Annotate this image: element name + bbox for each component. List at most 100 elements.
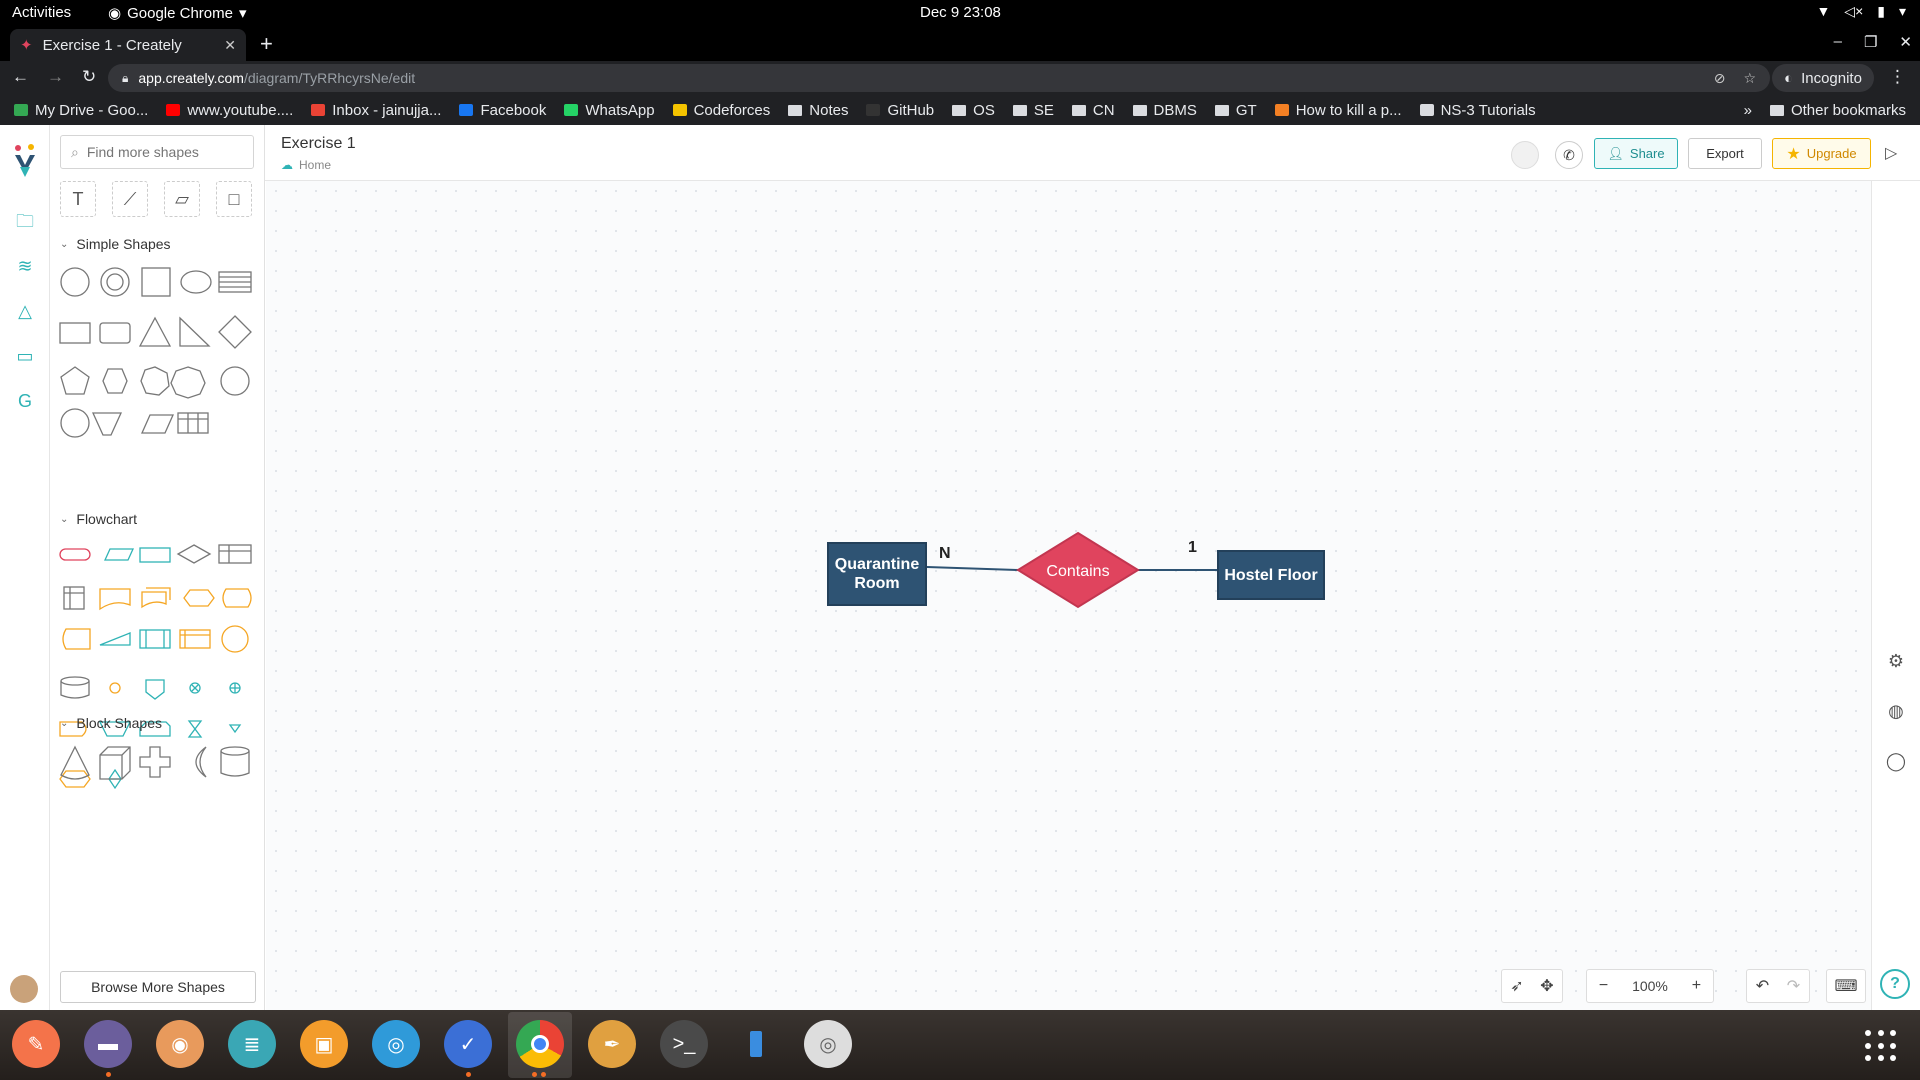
minimize-icon[interactable]: – [1834, 33, 1842, 51]
bookmark-item[interactable]: www.youtube.... [166, 102, 293, 119]
more-menu-icon[interactable]: ⋮ [1889, 67, 1906, 87]
connector-left[interactable] [926, 566, 1019, 571]
note-tool[interactable]: ▱ [164, 181, 200, 217]
mail-app-icon[interactable]: ✎ [12, 1020, 60, 1068]
section-block-shapes[interactable]: ⌄ Block Shapes [60, 715, 162, 731]
pan-icon[interactable]: ✥ [1540, 976, 1553, 996]
back-icon[interactable]: ← [12, 67, 29, 87]
zoom-controls: − 100% + [1586, 969, 1714, 1003]
shape-search[interactable]: ⌕ [60, 135, 254, 169]
export-button[interactable]: Export [1688, 138, 1762, 169]
app-menu[interactable]: ◉ Google Chrome ▾ [108, 4, 247, 23]
terminal-app-icon[interactable]: >_ [660, 1020, 708, 1068]
address-bar[interactable]: 🔒︎ app.creately.com/diagram/TyRRhcyrsNe/… [108, 64, 1770, 92]
tasks-app-icon[interactable]: ✓ [444, 1020, 492, 1068]
entity-hostel-floor[interactable]: Hostel Floor [1217, 550, 1325, 600]
document-title[interactable]: Exercise 1 [281, 135, 356, 153]
frame-tool[interactable]: □ [216, 181, 252, 217]
show-applications-icon[interactable] [1865, 1030, 1897, 1062]
keyboard-shortcuts-button[interactable]: ⌨ [1826, 969, 1866, 1003]
section-flowchart[interactable]: ⌄ Flowchart [60, 511, 137, 527]
breadcrumb[interactable]: ☁ Home [281, 158, 331, 172]
zoom-in-icon[interactable]: + [1692, 977, 1701, 995]
shapes-icon[interactable]: △ [13, 299, 37, 323]
bookmark-item[interactable]: NS-3 Tutorials [1419, 102, 1536, 119]
browse-more-shapes-button[interactable]: Browse More Shapes [60, 971, 256, 1003]
creately-logo-icon[interactable] [12, 143, 38, 179]
bookmark-item[interactable]: GitHub [866, 102, 934, 119]
activities-button[interactable]: Activities [12, 4, 71, 21]
disc-icon[interactable]: ◎ [804, 1020, 852, 1068]
bookmark-item[interactable]: Notes [788, 102, 848, 119]
close-window-icon[interactable]: ✕ [1899, 33, 1912, 51]
folder-icon [788, 104, 803, 116]
text-tool[interactable]: T [60, 181, 96, 217]
image-icon[interactable]: ▭ [13, 344, 37, 368]
more-bookmarks-button[interactable]: » [1744, 102, 1752, 119]
diagram-canvas[interactable]: Contains Quarantine Room Hostel Floor N 1… [266, 181, 1871, 1010]
browser-tab[interactable]: ✦ Exercise 1 - Creately ✕ [10, 29, 246, 61]
block-shapes-grid[interactable] [58, 743, 258, 787]
bookmark-item[interactable]: WhatsApp [564, 102, 655, 119]
redo-icon[interactable]: ↷ [1787, 976, 1800, 996]
facebook-icon [459, 104, 474, 116]
chrome-app-icon[interactable] [516, 1020, 564, 1068]
notes-app-icon[interactable]: ≣ [228, 1020, 276, 1068]
comment-icon[interactable]: ◯ [1884, 751, 1908, 775]
palette-icon[interactable]: ◍ [1884, 701, 1908, 725]
incognito-badge[interactable]: ◐ Incognito [1772, 64, 1874, 92]
new-tab-button[interactable]: + [260, 31, 273, 57]
bookmark-item[interactable]: DBMS [1132, 102, 1197, 119]
simple-shapes-grid[interactable] [58, 265, 258, 465]
bookmark-label: Notes [809, 101, 849, 119]
editor-app-icon[interactable]: ✒ [588, 1020, 636, 1068]
pointer-icon[interactable]: ➶ [1510, 976, 1523, 996]
connector-tool[interactable]: ⟋ [112, 181, 148, 217]
other-bookmarks[interactable]: Other bookmarks [1769, 102, 1906, 119]
files-app-icon[interactable]: ▬ [84, 1020, 132, 1068]
folder-icon[interactable]: 🗀︎ [13, 209, 37, 233]
forward-icon[interactable]: → [47, 67, 64, 87]
star-icon[interactable]: ☆ [1743, 70, 1756, 87]
section-simple-shapes[interactable]: ⌄ Simple Shapes [60, 236, 171, 252]
bookmark-item[interactable]: OS [952, 102, 995, 119]
collaborator-avatar[interactable] [1511, 141, 1539, 169]
share-button[interactable]: 👤︎ Share [1594, 138, 1678, 169]
eye-off-icon[interactable]: ⊘ [1714, 70, 1726, 87]
entity-quarantine-room[interactable]: Quarantine Room [827, 542, 927, 606]
bookmark-item[interactable]: GT [1214, 102, 1257, 119]
restore-icon[interactable]: ❐ [1864, 33, 1877, 51]
shape-settings-icon[interactable]: ⚙ [1884, 651, 1908, 675]
google-icon[interactable]: G [13, 389, 37, 413]
call-button[interactable]: ✆ [1555, 141, 1583, 169]
software-app-icon[interactable]: ▣ [300, 1020, 348, 1068]
bookmark-item[interactable]: Facebook [459, 102, 546, 119]
reload-icon[interactable]: ↻ [82, 67, 96, 87]
system-tray[interactable]: ▼ ◁× ▮ ▾ [1816, 3, 1906, 20]
bookmark-item[interactable]: How to kill a p... [1274, 102, 1402, 119]
help-app-icon[interactable]: ◎ [372, 1020, 420, 1068]
close-tab-icon[interactable]: ✕ [224, 37, 236, 54]
upgrade-button[interactable]: ★ Upgrade [1772, 138, 1871, 169]
layers-icon[interactable]: ≋ [13, 254, 37, 278]
zoom-out-icon[interactable]: − [1599, 977, 1608, 995]
present-icon[interactable]: ▷ [1885, 143, 1897, 163]
usb-drive-icon[interactable] [732, 1020, 780, 1068]
bookmark-item[interactable]: CN [1071, 102, 1115, 119]
avatar[interactable] [10, 975, 38, 1003]
undo-icon[interactable]: ↶ [1756, 976, 1769, 996]
clock[interactable]: Dec 9 23:08 [920, 4, 1001, 21]
bookmark-item[interactable]: My Drive - Goo... [14, 102, 148, 119]
bookmark-item[interactable]: SE [1012, 102, 1054, 119]
stackoverflow-icon [1274, 104, 1289, 116]
note-icon: ▱ [175, 188, 189, 209]
chevron-down-icon: ⌄ [60, 238, 69, 250]
help-icon[interactable]: ? [1880, 969, 1910, 999]
search-input[interactable] [86, 144, 237, 160]
bookmark-item[interactable]: Inbox - jainujja... [311, 102, 441, 119]
cardinality-n: N [939, 545, 951, 562]
bookmark-item[interactable]: Codeforces [672, 102, 770, 119]
whatsapp-icon [564, 104, 579, 116]
zoom-level[interactable]: 100% [1632, 978, 1668, 994]
music-app-icon[interactable]: ◉ [156, 1020, 204, 1068]
